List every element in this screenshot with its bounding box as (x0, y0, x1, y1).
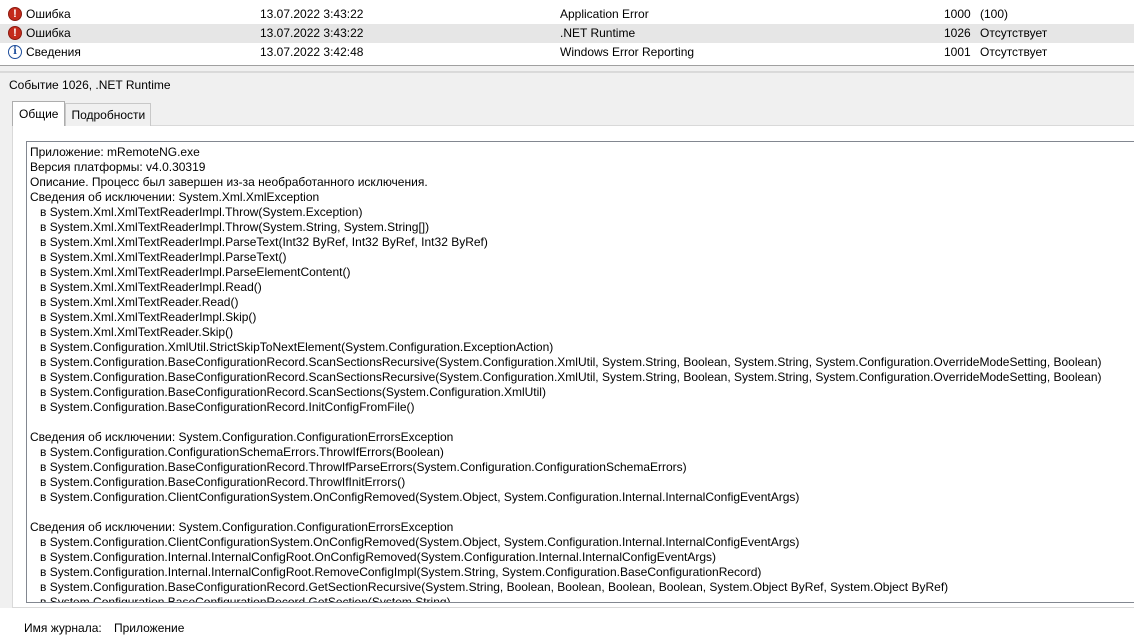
tab-general[interactable]: Общие (12, 101, 66, 126)
details-tabs: Общие Подробности (12, 101, 152, 126)
event-source: .NET Runtime (560, 26, 636, 40)
info-icon: i (8, 45, 22, 59)
event-row[interactable]: ! Ошибка 13.07.2022 3:43:22 .NET Runtime 102… (0, 24, 1134, 43)
description-line: Сведения об исключении: System.Configura… (30, 520, 454, 534)
description-line: в System.Configuration.ClientConfigurati… (30, 535, 800, 549)
description-line: в System.Xml.XmlTextReaderImpl.ParseText… (30, 235, 488, 249)
event-row[interactable]: i Сведения 13.07.2022 3:42:48 Windows Error… (0, 43, 1134, 62)
log-name-label: Имя журнала: (24, 621, 102, 635)
description-line: Сведения об исключении: System.Configura… (30, 430, 454, 444)
event-level: ! Ошибка (8, 7, 71, 21)
event-category: Отсутствует (980, 45, 1048, 59)
event-date: 13.07.2022 3:42:48 (260, 45, 364, 59)
event-id: 1000 (944, 7, 971, 21)
event-source: Windows Error Reporting (560, 45, 695, 59)
event-level: ! Ошибка (8, 26, 71, 40)
description-line: в System.Xml.XmlTextReaderImpl.ParseText… (30, 250, 287, 264)
description-line (30, 505, 1134, 520)
tab-details-label: Подробности (71, 108, 146, 122)
description-line: в System.Configuration.Internal.Internal… (30, 550, 717, 564)
event-source: Application Error (560, 7, 649, 21)
event-id: 1001 (944, 45, 971, 59)
description-line: в System.Configuration.BaseConfiguration… (30, 580, 949, 594)
description-line: в System.Xml.XmlTextReaderImpl.Skip() (30, 310, 257, 324)
description-line: в System.Configuration.BaseConfiguration… (30, 370, 1102, 384)
description-line: в System.Configuration.XmlUtil.StrictSki… (30, 340, 554, 354)
description-line: в System.Configuration.BaseConfiguration… (30, 385, 546, 399)
description-line: в System.Configuration.Internal.Internal… (30, 565, 762, 579)
event-details-title: Событие 1026, .NET Runtime (9, 78, 171, 92)
description-line: в System.Xml.XmlTextReaderImpl.ParseElem… (30, 265, 351, 279)
description-line: в System.Configuration.BaseConfiguration… (30, 595, 451, 603)
event-level: i Сведения (8, 45, 81, 59)
error-icon: ! (8, 26, 22, 40)
event-level-text: Ошибка (26, 7, 71, 21)
event-description-textbox[interactable]: Приложение: mRemoteNG.exe Версия платформ… (26, 141, 1134, 603)
description-line: в System.Configuration.BaseConfiguration… (30, 400, 415, 414)
description-line: Описание. Процесс был завершен из-за нео… (30, 175, 428, 189)
description-line: в System.Xml.XmlTextReaderImpl.Read() (30, 280, 262, 294)
description-line: в System.Configuration.ClientConfigurati… (30, 490, 800, 504)
event-category: (100) (980, 7, 1009, 21)
event-id: 1026 (944, 26, 971, 40)
description-line: в System.Configuration.BaseConfiguration… (30, 475, 406, 489)
event-row[interactable]: ! Ошибка 13.07.2022 3:43:22 Application Err… (0, 5, 1134, 24)
description-line: в System.Configuration.BaseConfiguration… (30, 460, 687, 474)
description-line: Сведения об исключении: System.Xml.XmlEx… (30, 190, 320, 204)
event-category: Отсутствует (980, 26, 1048, 40)
event-list[interactable]: ! Ошибка 13.07.2022 3:43:22 Application Err… (0, 0, 1134, 66)
event-date: 13.07.2022 3:43:22 (260, 7, 364, 21)
event-date: 13.07.2022 3:43:22 (260, 26, 364, 40)
description-line: в System.Xml.XmlTextReader.Skip() (30, 325, 234, 339)
event-details-header: Событие 1026, .NET Runtime (0, 72, 1134, 94)
log-name-value: Приложение (114, 621, 185, 635)
description-lines: Приложение: mRemoteNG.exe Версия платформ… (30, 145, 1134, 603)
description-line: в System.Configuration.BaseConfiguration… (30, 355, 1102, 369)
description-line: Версия платформы: v4.0.30319 (30, 160, 206, 174)
description-line: Приложение: mRemoteNG.exe (30, 145, 200, 159)
tab-details[interactable]: Подробности (65, 103, 152, 126)
event-level-text: Ошибка (26, 26, 71, 40)
description-line (30, 415, 1134, 430)
description-line: в System.Configuration.ConfigurationSche… (30, 445, 444, 459)
tab-general-label: Общие (19, 107, 59, 121)
error-icon: ! (8, 7, 22, 21)
description-line: в System.Xml.XmlTextReader.Read() (30, 295, 239, 309)
event-properties: Имя журнала: Приложение (0, 608, 1134, 644)
description-line: в System.Xml.XmlTextReaderImpl.Throw(Sys… (30, 220, 430, 234)
description-line: в System.Xml.XmlTextReaderImpl.Throw(Sys… (30, 205, 363, 219)
event-level-text: Сведения (26, 45, 81, 59)
